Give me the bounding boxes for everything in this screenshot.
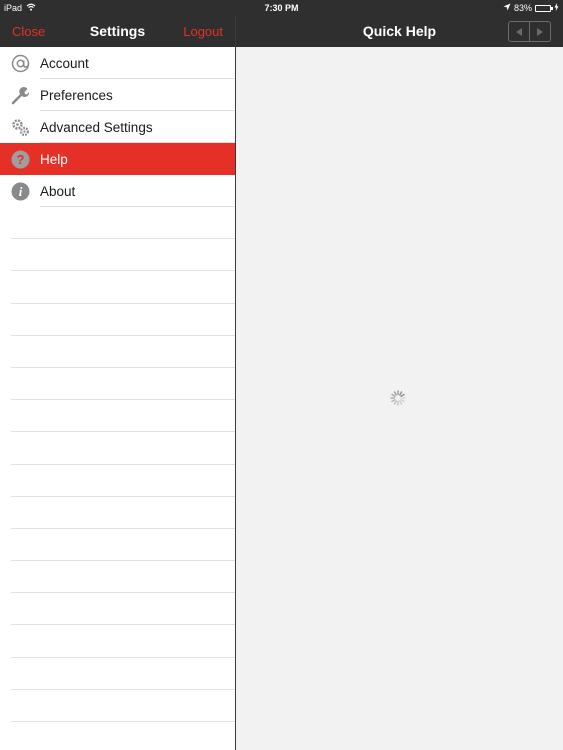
- empty-row: [0, 658, 235, 690]
- menu-item-account[interactable]: Account: [0, 47, 235, 79]
- menu-item-label: Help: [40, 152, 68, 167]
- help-nav-bar: Quick Help: [236, 16, 563, 47]
- battery-percent: 83%: [513, 3, 532, 13]
- help-panel: Quick Help: [236, 16, 563, 750]
- svg-text:?: ?: [17, 152, 25, 167]
- menu-item-label: Preferences: [40, 88, 113, 103]
- svg-text:i: i: [19, 184, 23, 199]
- menu-item-advanced-settings[interactable]: Advanced Settings: [0, 111, 235, 143]
- page-nav-segment: [508, 21, 551, 42]
- battery-icon: [535, 4, 553, 12]
- empty-row: [0, 207, 235, 240]
- at-sign-icon: [11, 54, 30, 73]
- location-arrow-icon: [503, 3, 511, 13]
- empty-row: [0, 336, 235, 368]
- forward-arrow-icon[interactable]: [529, 22, 550, 41]
- empty-row: [0, 593, 235, 626]
- empty-row: [0, 529, 235, 562]
- empty-row: [0, 400, 235, 433]
- empty-row: [0, 690, 235, 722]
- loading-spinner-icon: [390, 390, 406, 406]
- gears-icon: [11, 118, 30, 137]
- question-circle-icon: ?: [11, 150, 30, 169]
- empty-row: [0, 368, 235, 401]
- status-bar: iPad 7:30 PM 83%: [0, 0, 563, 16]
- empty-row: [0, 304, 235, 336]
- empty-row: [0, 625, 235, 658]
- menu-item-label: Advanced Settings: [40, 120, 153, 135]
- menu-item-about[interactable]: i About: [0, 175, 235, 207]
- menu-item-label: About: [40, 184, 76, 199]
- empty-row: [0, 432, 235, 465]
- settings-nav-bar: Close Settings Logout: [0, 16, 235, 47]
- menu-item-preferences[interactable]: Preferences: [0, 79, 235, 111]
- logout-button[interactable]: Logout: [183, 24, 223, 39]
- info-circle-icon: i: [11, 182, 30, 201]
- empty-row: [0, 465, 235, 497]
- empty-row: [0, 239, 235, 272]
- charging-bolt-icon: [554, 3, 559, 13]
- menu-item-help[interactable]: ? Help: [0, 143, 235, 175]
- wrench-icon: [11, 86, 30, 105]
- status-time: 7:30 PM: [264, 3, 299, 13]
- menu-item-label: Account: [40, 56, 89, 71]
- empty-row: [0, 497, 235, 529]
- empty-row: [0, 561, 235, 594]
- empty-row: [0, 722, 235, 750]
- empty-table-rows: [0, 207, 235, 750]
- empty-row: [0, 271, 235, 304]
- back-arrow-icon[interactable]: [509, 22, 529, 41]
- settings-panel: Close Settings Logout Account Preference…: [0, 16, 235, 750]
